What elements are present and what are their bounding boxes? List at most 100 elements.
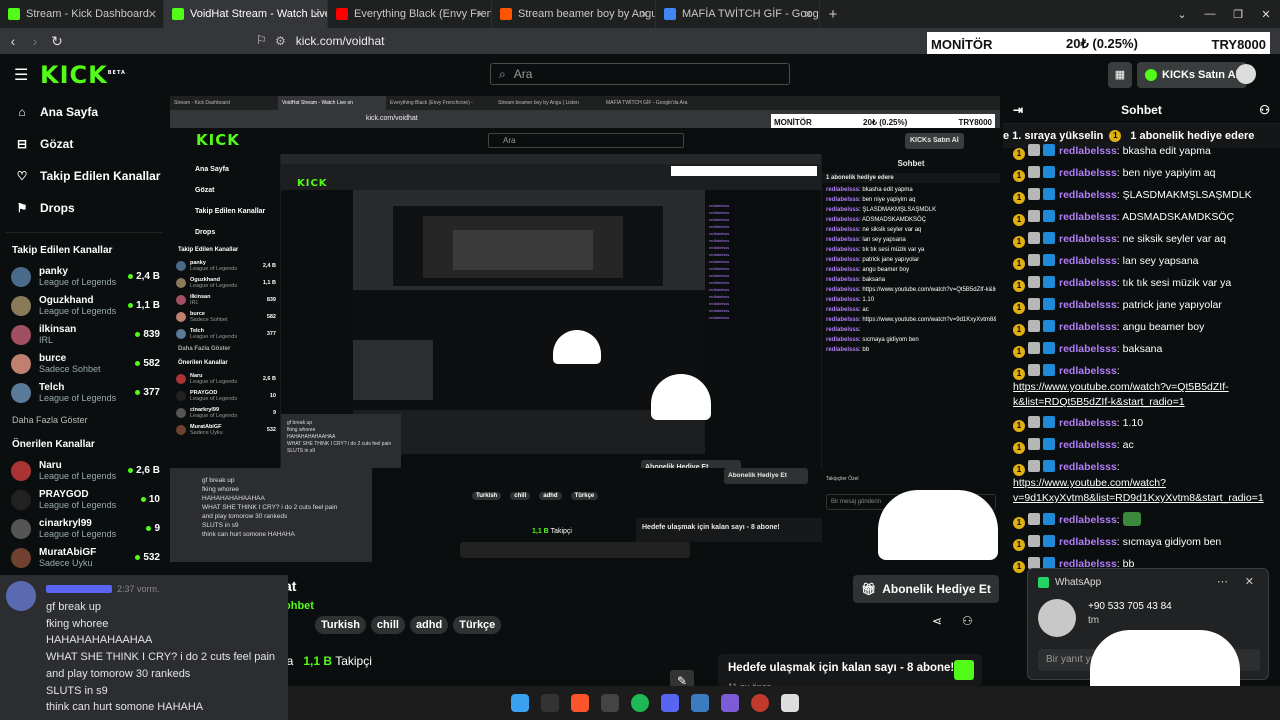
- menu-icon[interactable]: ☰: [14, 65, 28, 85]
- chat-users-icon[interactable]: ⚇: [1259, 103, 1270, 117]
- stream-category[interactable]: ohbet: [284, 600, 314, 612]
- chat-username[interactable]: redlabelsss: [1059, 211, 1117, 223]
- user-avatar[interactable]: [1236, 64, 1256, 84]
- chat-username[interactable]: redlabelsss: [1059, 417, 1117, 429]
- site-info-icon[interactable]: ⚙: [275, 34, 286, 48]
- nested-channel-item: burce Sadece Sohbet 582: [170, 308, 280, 325]
- more-options-icon[interactable]: ⋯: [1217, 575, 1228, 588]
- chat-username[interactable]: redlabelsss: [1059, 365, 1117, 377]
- channel-item[interactable]: MuratAbiGF Sadece Uyku 532: [0, 543, 168, 572]
- discord-icon[interactable]: [661, 694, 679, 712]
- chat-username[interactable]: redlabelsss: [1059, 536, 1117, 548]
- nav-item[interactable]: ⌂ Ana Sayfa: [0, 96, 168, 128]
- channel-item[interactable]: PRAYGOD League of Legends 10: [0, 485, 168, 514]
- channel-item[interactable]: cinarkryl99 League of Legends 9: [0, 514, 168, 543]
- chat-username[interactable]: redlabelsss: [1059, 299, 1117, 311]
- widgets-icon[interactable]: [541, 694, 559, 712]
- maximize-icon[interactable]: ❐: [1224, 8, 1252, 21]
- deep-chat-message: redlabelsss: [709, 259, 730, 264]
- show-more-link[interactable]: Daha Fazla Göster: [0, 407, 168, 433]
- chat-username[interactable]: redlabelsss: [1059, 145, 1117, 157]
- discord-line: HAHAHAHAHAAHAA: [46, 634, 153, 647]
- new-tab-button[interactable]: +: [820, 6, 846, 23]
- nav-item[interactable]: ⊟ Gözat: [0, 128, 168, 160]
- browser-tab[interactable]: MAFİA TWİTCH GİF - Google'da Ara✕: [656, 0, 820, 28]
- tag-turkce[interactable]: Türkçe: [453, 616, 502, 634]
- tab-close-icon[interactable]: ✕: [312, 8, 321, 21]
- nested-chat-message: redlabelsss: ne siksik seyler var aq: [826, 227, 922, 233]
- app-icon[interactable]: [691, 694, 709, 712]
- file-explorer-icon[interactable]: [601, 694, 619, 712]
- bookmark-icon[interactable]: ⚐: [256, 33, 267, 47]
- chat-username[interactable]: redlabelsss: [1059, 277, 1117, 289]
- url-field[interactable]: ⚙ kick.com/voidhat: [275, 32, 925, 50]
- stream-video-player[interactable]: Stream - Kick Dashboard VoidHat Stream -…: [170, 96, 1000, 562]
- buy-kicks-button[interactable]: KICKs Satın Al: [1137, 62, 1247, 88]
- nested-channel-item: ilkinsan IRL 839: [170, 291, 280, 308]
- browser-tab[interactable]: Stream - Kick Dashboard ✕: [0, 0, 164, 28]
- deep-chat-message: redlabelsss: [709, 231, 730, 236]
- chat-username[interactable]: redlabelsss: [1059, 514, 1117, 526]
- browser-tab[interactable]: VoidHat Stream - Watch Live on✕: [164, 0, 328, 28]
- gift-subscription-button[interactable]: 🎁︎ Abonelik Hediye Et: [853, 575, 999, 603]
- tag-turkish[interactable]: Turkish: [315, 616, 366, 634]
- start-icon[interactable]: [511, 694, 529, 712]
- kick-logo[interactable]: KICKBETA: [40, 61, 126, 89]
- chat-username[interactable]: redlabelsss: [1059, 255, 1117, 267]
- collapse-chat-icon[interactable]: ⇥: [1013, 103, 1023, 117]
- share-icon[interactable]: ⋖: [932, 614, 942, 628]
- spotify-icon[interactable]: [631, 694, 649, 712]
- app2-icon[interactable]: [721, 694, 739, 712]
- minimize-icon[interactable]: —: [1196, 8, 1224, 20]
- channel-item[interactable]: panky League of Legends 2,4 B: [0, 262, 168, 291]
- obs-icon[interactable]: [751, 694, 769, 712]
- windows-taskbar: [288, 686, 1280, 720]
- tab-favicon-icon: [172, 8, 184, 20]
- tab-close-icon[interactable]: ✕: [476, 8, 485, 21]
- nav-item[interactable]: ⚑ Drops: [0, 192, 168, 224]
- channel-avatar: [11, 460, 31, 481]
- tab-search-icon[interactable]: ⌄: [1168, 8, 1196, 21]
- chat-username[interactable]: redlabelsss: [1059, 233, 1117, 245]
- forward-icon[interactable]: ›: [24, 33, 46, 49]
- chat-username[interactable]: redlabelsss: [1059, 167, 1117, 179]
- tab-close-icon[interactable]: ✕: [148, 8, 157, 21]
- tab-close-icon[interactable]: ✕: [804, 8, 813, 21]
- capcut-icon[interactable]: [781, 694, 799, 712]
- channel-item[interactable]: ilkinsan IRL 839: [0, 320, 168, 349]
- brave-icon[interactable]: [571, 694, 589, 712]
- search-input[interactable]: ⌕ Ara: [490, 63, 790, 85]
- live-dot-icon: [128, 303, 134, 308]
- nav-item[interactable]: ♡ Takip Edilen Kanallar: [0, 160, 168, 192]
- channel-item[interactable]: Naru League of Legends 2,6 B: [0, 456, 168, 485]
- chat-message: 1 redlabelsss: bkasha edit yapma: [1003, 141, 1280, 163]
- url-text: kick.com/voidhat: [295, 34, 385, 48]
- chat-username[interactable]: redlabelsss: [1059, 439, 1117, 451]
- follow-user-icon[interactable]: ⚇: [962, 614, 973, 628]
- viewer-count: 839: [135, 329, 160, 340]
- close-notification-icon[interactable]: ✕: [1245, 575, 1254, 588]
- channel-item[interactable]: burce Sadece Sohbet 582: [0, 349, 168, 378]
- back-icon[interactable]: ‹: [2, 33, 24, 49]
- stock-ticker: MONİTÖR 20₺ (0.25%) TRY8000: [927, 32, 1270, 56]
- deep-chat-message: redlabelsss: [709, 252, 730, 257]
- close-window-icon[interactable]: ✕: [1252, 8, 1280, 21]
- channel-item[interactable]: Oguzkhand League of Legends 1,1 B: [0, 291, 168, 320]
- browser-tab-bar: Stream - Kick Dashboard ✕ VoidHat Stream -…: [0, 0, 1280, 28]
- chat-username[interactable]: redlabelsss: [1059, 461, 1117, 473]
- chat-username[interactable]: redlabelsss: [1059, 189, 1117, 201]
- heart-icon: ♡: [16, 169, 28, 183]
- chat-username[interactable]: redlabelsss: [1059, 321, 1117, 333]
- stream-dashboard-icon[interactable]: ▦: [1108, 62, 1132, 88]
- channel-item[interactable]: Telch League of Legends 377: [0, 378, 168, 407]
- tab-close-icon[interactable]: ✕: [640, 8, 649, 21]
- browser-tab[interactable]: Stream beamer boy by Angu | Listen✕: [492, 0, 656, 28]
- browser-tab[interactable]: Everything Black (Envy Frenchcore) -✕: [328, 0, 492, 28]
- chat-link[interactable]: https://www.youtube.com/watch?v=Qt5B5dZI…: [1013, 381, 1229, 408]
- chat-link[interactable]: https://www.youtube.com/watch?v=9d1KxyXv…: [1013, 477, 1264, 504]
- chat-username[interactable]: redlabelsss: [1059, 343, 1117, 355]
- reload-icon[interactable]: ↻: [46, 33, 68, 50]
- tag-adhd[interactable]: adhd: [409, 616, 449, 634]
- tag-chill[interactable]: chill: [370, 616, 405, 634]
- chat-message: 1 redlabelsss: patrick jane yapıyolar: [1003, 295, 1280, 317]
